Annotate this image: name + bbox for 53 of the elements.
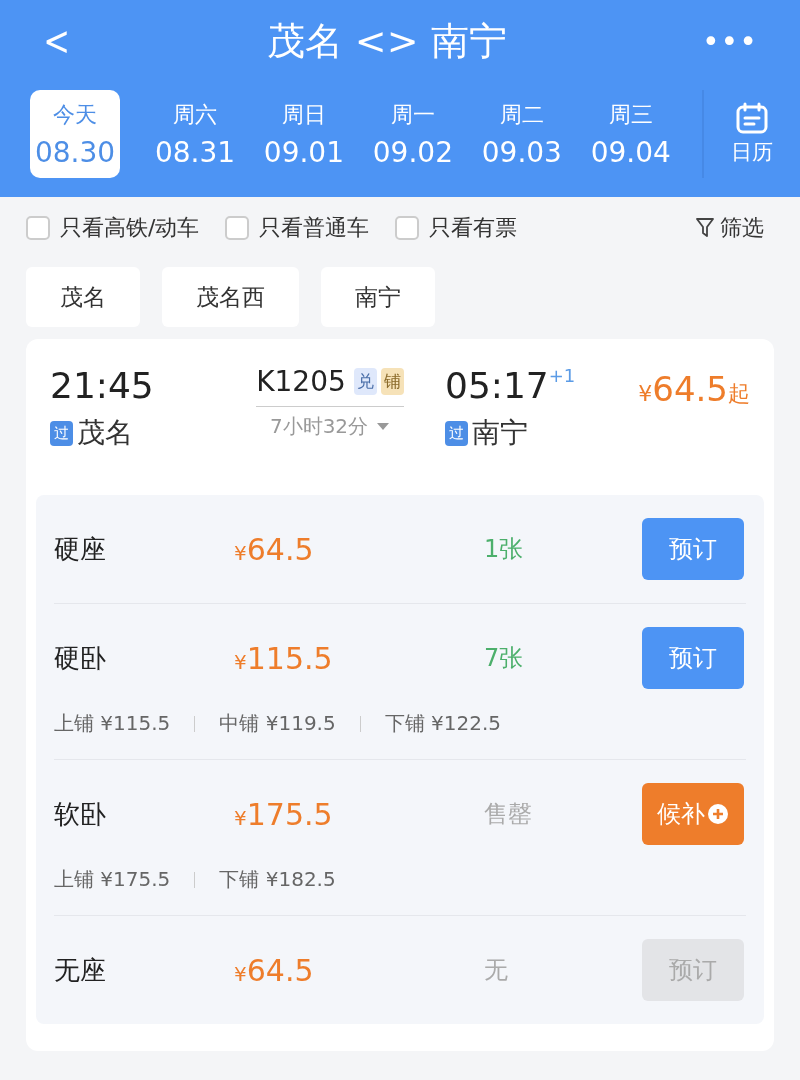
arrival-station: 南宁 [472,415,528,451]
berth-price: 中铺 ¥119.5 [219,710,336,737]
station-chip[interactable]: 茂名西 [162,267,299,327]
seat-price: ¥175.5 [234,796,334,832]
plus-icon [707,803,729,825]
departure-station: 茂名 [77,415,133,451]
seat-price: ¥64.5 [234,531,315,567]
seat-price: ¥115.5 [234,640,334,676]
seat-price: ¥64.5 [234,952,315,988]
filter-checkbox[interactable]: 只看普通车 [225,213,370,243]
seat-class: 无座 [54,953,107,987]
train-badge: 铺 [380,368,404,395]
pass-tag: 过 [50,420,73,446]
date-tab[interactable]: 周六 08.31 [141,90,249,178]
caret-icon [376,422,391,431]
back-button[interactable]: < [35,18,79,64]
duration-toggle[interactable]: 7小时32分 [269,413,391,440]
date-tab[interactable]: 周一 09.02 [358,90,467,178]
ticket-availability: 7张 [484,643,525,674]
book-button[interactable]: 预订 [642,518,744,580]
seat-class: 软卧 [54,797,107,831]
calendar-button[interactable]: 日历 [701,90,800,178]
ticket-availability: 无 [484,955,509,986]
berth-price: 上铺 ¥175.5 [54,866,171,893]
ticket-availability: 1张 [484,534,525,565]
berth-price: 下铺 ¥122.5 [384,710,502,737]
date-tab[interactable]: 今天 08.30 [30,90,120,178]
filter-button[interactable]: 筛选 [696,213,774,243]
ticket-availability: 售罄 [484,799,533,830]
waitlist-button[interactable]: 候补 [642,783,744,845]
date-tab[interactable]: 周日 09.01 [249,90,358,178]
pass-tag: 过 [445,420,468,446]
seat-class: 硬座 [54,532,107,566]
arrival-time: 05:17 [445,365,549,406]
page-title: 茂名 <> 南宁 [266,17,507,65]
book-button[interactable]: 预订 [642,627,744,689]
berth-price: 下铺 ¥182.5 [219,866,336,893]
more-button[interactable]: ••• [689,23,770,59]
station-chip[interactable]: 茂名 [26,267,140,327]
filter-icon [696,218,714,238]
filter-checkbox[interactable]: 只看有票 [395,213,518,243]
date-tab[interactable]: 周三 09.04 [576,90,685,178]
day-offset: +1 [548,365,576,386]
calendar-icon [734,102,769,134]
departure-time: 21:45 [50,365,155,406]
train-badge: 兑 [353,368,377,395]
date-tab[interactable]: 周二 09.03 [467,90,576,178]
berth-price: 上铺 ¥115.5 [54,710,171,737]
lowest-price: ¥64.5起 [638,369,750,409]
train-number: K1205 [256,365,346,398]
filter-checkbox[interactable]: 只看高铁/动车 [26,213,200,243]
station-chip[interactable]: 南宁 [321,267,435,327]
seat-class: 硬卧 [54,641,107,675]
